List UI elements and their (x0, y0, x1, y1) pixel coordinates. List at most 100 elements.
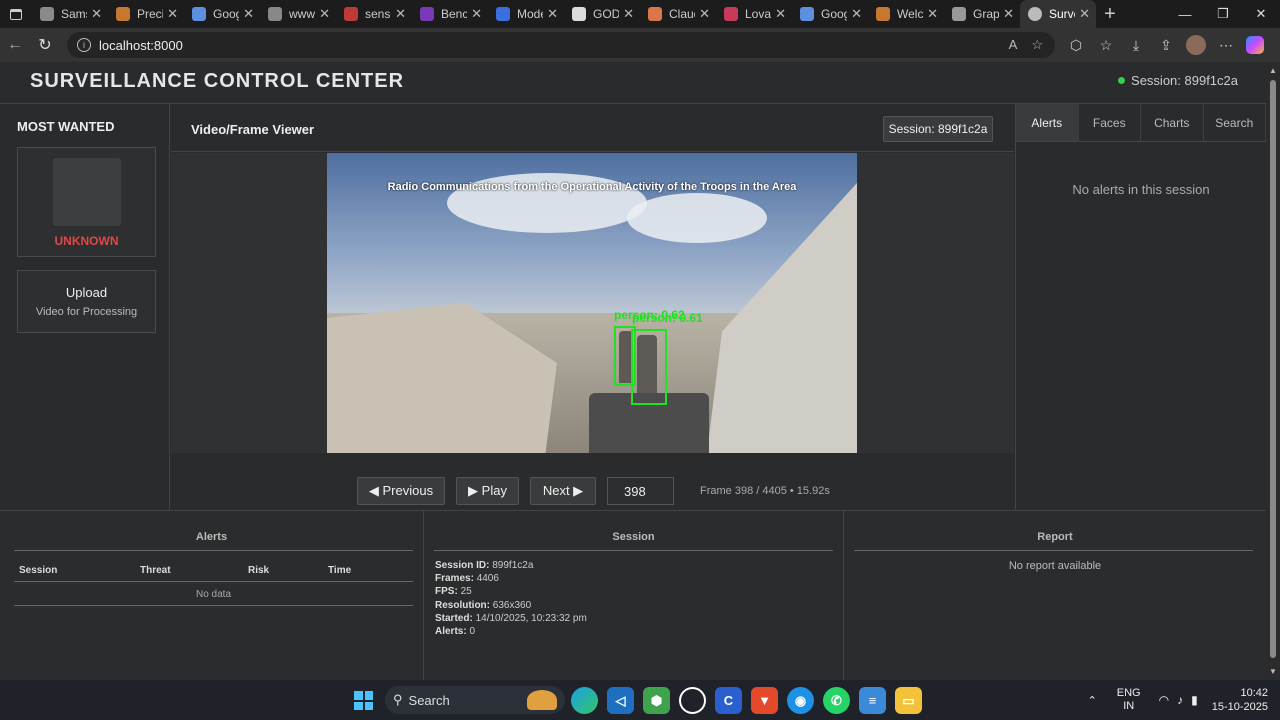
taskbar-search[interactable]: ⚲ Search (385, 686, 565, 714)
browser-tab[interactable]: Claud✕ (640, 0, 716, 28)
next-button[interactable]: Next ▶ (530, 477, 596, 505)
code-blocks-icon[interactable]: C (715, 687, 742, 714)
taskbar-clock[interactable]: 10:42 15-10-2025 (1212, 686, 1268, 714)
reload-icon[interactable]: ↻ (30, 35, 60, 55)
tab-close-icon[interactable]: ✕ (927, 6, 938, 22)
new-tab-button[interactable]: + (1096, 3, 1124, 26)
tab-favicon-icon (876, 7, 890, 21)
browser-tab[interactable]: www. ✕ (260, 0, 336, 28)
video-frame[interactable]: Radio Communications from the Operationa… (327, 153, 857, 453)
notepad-icon[interactable]: ≡ (859, 687, 886, 714)
column-header-risk[interactable]: Risk (248, 565, 269, 576)
browser-tab[interactable]: GOD ✕ (564, 0, 640, 28)
browser-tab[interactable]: Mode✕ (488, 0, 564, 28)
tab-close-icon[interactable]: ✕ (395, 6, 406, 22)
tab-charts[interactable]: Charts (1141, 104, 1204, 141)
share-icon[interactable]: ⇪ (1156, 37, 1176, 54)
browser-tab[interactable]: Lovab✕ (716, 0, 792, 28)
chatgpt-icon[interactable] (679, 687, 706, 714)
app-title: SURVEILLANCE CONTROL CENTER (30, 70, 405, 92)
tab-alerts[interactable]: Alerts (1016, 104, 1079, 141)
profile-avatar[interactable] (1186, 35, 1206, 55)
browser-tab-bar: Samsu✕ Precis✕ Goog✕ www.✕ senso✕ Bench✕… (0, 0, 1280, 28)
tab-close-icon[interactable]: ✕ (91, 6, 102, 22)
browser-tab[interactable]: Goog ✕ (792, 0, 868, 28)
language-indicator[interactable]: ENG IN (1117, 687, 1141, 713)
maximize-icon[interactable]: ❐ (1204, 0, 1242, 28)
browser-tab[interactable]: senso✕ (336, 0, 412, 28)
column-header-time[interactable]: Time (328, 565, 351, 576)
tab-close-icon[interactable]: ✕ (319, 6, 330, 22)
favorites-icon[interactable]: ☆ (1096, 37, 1116, 54)
previous-button[interactable]: ◀ Previous (357, 477, 445, 505)
frame-info: Frame 398 / 4405 • 15.92s (700, 485, 830, 497)
status-dot-icon (1118, 77, 1126, 84)
tab-close-icon[interactable]: ✕ (623, 6, 634, 22)
tab-close-icon[interactable]: ✕ (851, 6, 862, 22)
scroll-down-icon[interactable]: ▼ (1269, 667, 1277, 676)
site-info-icon[interactable]: i (77, 38, 91, 52)
tab-close-icon[interactable]: ✕ (1003, 6, 1014, 22)
favorite-star-icon[interactable]: ☆ (1031, 37, 1043, 53)
tab-close-icon[interactable]: ✕ (699, 6, 710, 22)
session-alerts-line: Alerts: 0 (435, 626, 476, 637)
tab-close-icon[interactable]: ✕ (471, 6, 482, 22)
edge-icon[interactable] (571, 687, 598, 714)
copilot-icon[interactable] (1246, 36, 1264, 54)
upload-video-button[interactable]: Upload Video for Processing (17, 270, 156, 333)
volume-icon[interactable]: ♪ (1177, 693, 1183, 707)
browser-tab[interactable]: Goog ✕ (184, 0, 260, 28)
app-header: SURVEILLANCE CONTROL CENTER Session: 899… (0, 62, 1266, 104)
tab-favicon-icon (724, 7, 738, 21)
read-aloud-icon[interactable]: A (1009, 37, 1018, 53)
tab-actions-button[interactable] (0, 0, 32, 28)
tab-close-icon[interactable]: ✕ (167, 6, 178, 22)
battery-icon[interactable]: ▮ (1191, 693, 1198, 707)
browser-tab[interactable]: Samsu✕ (32, 0, 108, 28)
column-header-session[interactable]: Session (19, 565, 57, 576)
tab-favicon-icon (192, 7, 206, 21)
back-icon[interactable]: ← (0, 36, 30, 54)
tab-favicon-icon (952, 7, 966, 21)
divider (14, 605, 413, 606)
wifi-icon[interactable]: ◠ (1159, 693, 1169, 707)
whatsapp-icon[interactable]: ✆ (823, 687, 850, 714)
tab-faces[interactable]: Faces (1079, 104, 1141, 141)
video-viewer: Video/Frame Viewer Session: 899f1c2a Rad… (171, 104, 1014, 510)
file-explorer-icon[interactable]: ▭ (895, 687, 922, 714)
tab-close-icon[interactable]: ✕ (547, 6, 558, 22)
tab-close-icon[interactable]: ✕ (775, 6, 786, 22)
tab-close-icon[interactable]: ✕ (1079, 6, 1090, 22)
play-button[interactable]: ▶ Play (456, 477, 519, 505)
column-header-threat[interactable]: Threat (140, 565, 171, 576)
browser-tab[interactable]: Graph✕ (944, 0, 1020, 28)
browser-tab[interactable]: Precis✕ (108, 0, 184, 28)
browser-tab[interactable]: Bench✕ (412, 0, 488, 28)
downloads-icon[interactable]: ⤓ (1126, 37, 1146, 54)
divider (14, 550, 413, 551)
tab-close-icon[interactable]: ✕ (243, 6, 254, 22)
close-window-icon[interactable]: ✕ (1242, 0, 1280, 28)
start-icon[interactable] (354, 691, 373, 710)
windows-taskbar: ⚲ Search ◁ ⬢ C ▼ ◉ ✆ ≡ ▭ ⌃ ENG IN ◠ ♪ ▮ … (0, 680, 1280, 720)
brave-icon[interactable]: ▼ (751, 687, 778, 714)
package-app-icon[interactable]: ⬢ (643, 687, 670, 714)
bottom-panels: Alerts Session Threat Risk Time No data … (0, 510, 1266, 681)
session-id-line: Session ID: 899f1c2a (435, 560, 534, 571)
frame-number-input[interactable] (607, 477, 674, 505)
divider (434, 550, 833, 551)
tab-search[interactable]: Search (1204, 104, 1266, 141)
vscode-icon[interactable]: ◁ (607, 687, 634, 714)
more-menu-icon[interactable]: ⋯ (1216, 37, 1236, 54)
extensions-icon[interactable]: ⬡ (1066, 37, 1086, 54)
minimize-icon[interactable]: — (1166, 0, 1204, 28)
chevron-up-icon[interactable]: ⌃ (1088, 694, 1097, 707)
scrollbar-thumb[interactable] (1270, 80, 1276, 658)
browser-tab[interactable]: Welco✕ (868, 0, 944, 28)
scroll-up-icon[interactable]: ▲ (1269, 66, 1277, 75)
page-scrollbar[interactable]: ▲ ▼ (1266, 62, 1280, 680)
docker-icon[interactable]: ◉ (787, 687, 814, 714)
most-wanted-card[interactable]: UNKNOWN (17, 147, 156, 257)
browser-tab-active[interactable]: Surve✕ (1020, 0, 1096, 28)
url-field[interactable]: i localhost:8000 A ☆ (67, 32, 1055, 58)
